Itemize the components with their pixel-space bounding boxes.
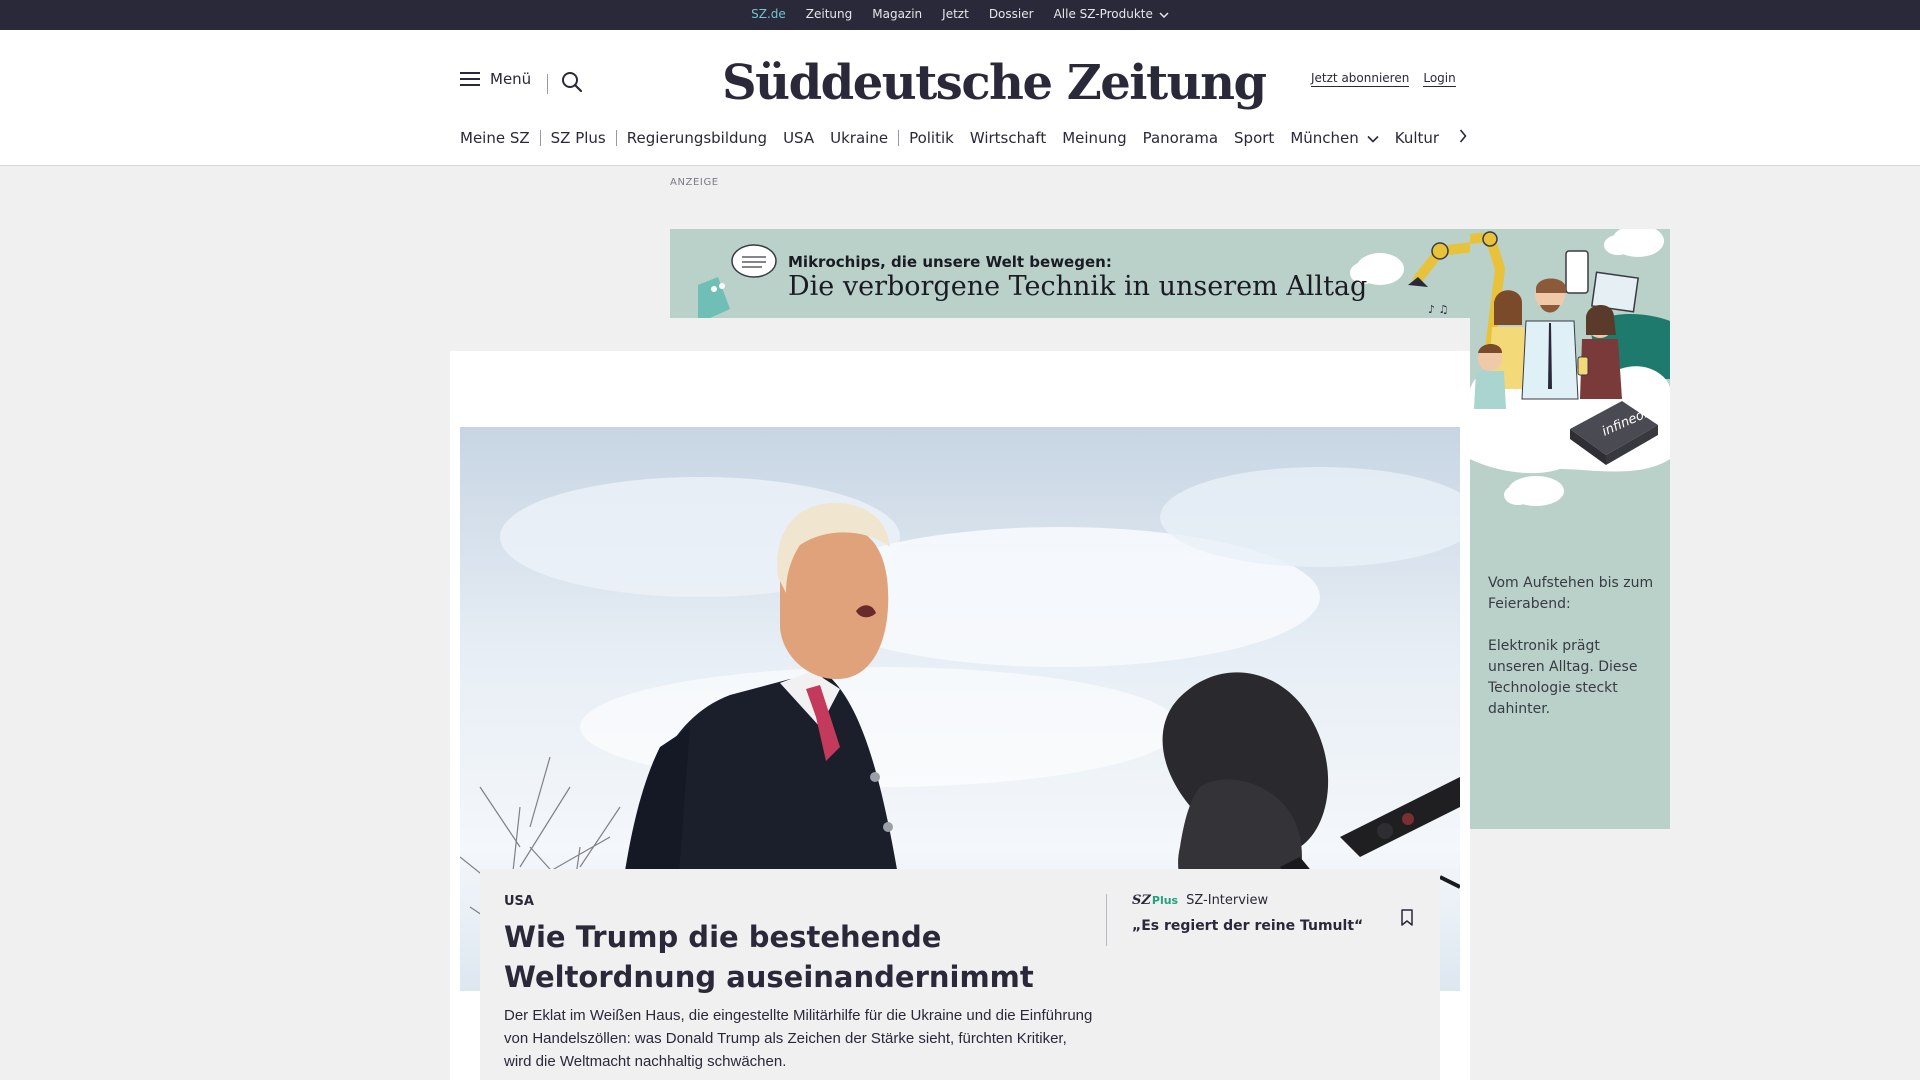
topbar-link-magazin[interactable]: Magazin: [872, 0, 922, 30]
related-article-title[interactable]: „Es regiert der reine Tumult“: [1132, 918, 1363, 934]
search-icon[interactable]: [560, 70, 584, 94]
ad-kicker: Mikrochips, die unsere Welt bewegen:: [788, 253, 1112, 271]
header-account-links: Jetzt abonnieren Login: [1311, 71, 1456, 87]
topbar-products-dropdown[interactable]: Alle SZ-Produkte: [1054, 0, 1169, 30]
menu-button[interactable]: Menü: [460, 70, 531, 88]
bookmark-icon[interactable]: [1400, 909, 1414, 927]
ad-label: ANZEIGE: [670, 177, 719, 188]
nav-item-muenchen-label: München: [1290, 129, 1359, 147]
sz-plus-badge-sz: SZ: [1132, 893, 1151, 908]
subscribe-link[interactable]: Jetzt abonnieren: [1311, 71, 1410, 87]
nav-item-ukraine[interactable]: Ukraine: [822, 129, 896, 147]
related-article-meta: SZPlus SZ-Interview: [1132, 893, 1268, 908]
ad-skyscraper[interactable]: infineon Vom Aufstehen bis zum Feieraben…: [1470, 229, 1670, 829]
nav-item-meine-sz[interactable]: Meine SZ: [460, 129, 538, 147]
lead-article-teaser[interactable]: USA Wie Trump die bestehende Weltordnung…: [480, 869, 1440, 1080]
site-header: Menü Süddeutsche Zeitung Jetzt abonniere…: [0, 30, 1920, 166]
top-bar: SZ.de Zeitung Magazin Jetzt Dossier Alle…: [0, 0, 1920, 30]
lead-article-kicker: USA: [504, 894, 534, 909]
topbar-link-sz-de[interactable]: SZ.de: [751, 0, 786, 30]
nav-divider: [898, 130, 900, 146]
hamburger-icon: [460, 72, 480, 86]
nav-item-kultur[interactable]: Kultur: [1387, 129, 1447, 147]
ad-side-text-2: Elektronik prägt unseren Alltag. Diese T…: [1488, 638, 1638, 717]
nav-item-regierungsbildung[interactable]: Regierungsbildung: [619, 129, 775, 147]
topbar-link-jetzt[interactable]: Jetzt: [942, 0, 969, 30]
ad-banner-top[interactable]: ♪ ♫ Mikrochips, die unsere Welt bewegen:…: [670, 229, 1470, 318]
sz-plus-badge-plus: Plus: [1151, 894, 1179, 907]
topbar-link-dossier[interactable]: Dossier: [989, 0, 1034, 30]
nav-item-usa[interactable]: USA: [775, 129, 822, 147]
ad-side-text: Vom Aufstehen bis zum Feierabend: Elektr…: [1488, 573, 1660, 720]
chevron-down-icon: [1367, 129, 1379, 147]
svg-text:♪ ♫: ♪ ♫: [1428, 303, 1448, 316]
teaser-divider: [1106, 894, 1107, 946]
ad-side-text-1: Vom Aufstehen bis zum Feierabend:: [1488, 575, 1654, 612]
chevron-right-icon[interactable]: [1459, 129, 1467, 147]
site-logo[interactable]: Süddeutsche Zeitung: [722, 48, 1267, 118]
chevron-down-icon: [1159, 0, 1169, 28]
nav-item-sport[interactable]: Sport: [1226, 129, 1282, 147]
login-link[interactable]: Login: [1423, 71, 1456, 87]
nav-item-meinung[interactable]: Meinung: [1054, 129, 1134, 147]
header-divider: [547, 74, 548, 94]
nav-item-muenchen[interactable]: München: [1282, 129, 1386, 147]
lead-article-summary: Der Eklat im Weißen Haus, die eingestell…: [504, 1007, 1093, 1070]
main-navigation: Meine SZ SZ Plus Regierungsbildung USA U…: [460, 126, 1467, 150]
nav-divider: [539, 130, 541, 146]
nav-item-politik[interactable]: Politik: [901, 129, 962, 147]
topbar-link-zeitung[interactable]: Zeitung: [806, 0, 852, 30]
nav-item-wirtschaft[interactable]: Wirtschaft: [962, 129, 1054, 147]
nav-divider: [615, 130, 617, 146]
nav-item-sz-plus[interactable]: SZ Plus: [543, 129, 614, 147]
lead-article-headline[interactable]: Wie Trump die bestehende Weltordnung aus…: [504, 917, 1094, 997]
sz-plus-badge: SZPlus: [1132, 893, 1178, 908]
menu-label: Menü: [490, 70, 532, 88]
ad-headline: Die verborgene Technik in unserem Alltag: [788, 271, 1368, 302]
nav-item-panorama[interactable]: Panorama: [1135, 129, 1226, 147]
topbar-products-label: Alle SZ-Produkte: [1053, 7, 1153, 21]
related-article-kicker: SZ-Interview: [1186, 893, 1269, 908]
ad-skyscraper-illustration: infineon: [1470, 229, 1670, 506]
